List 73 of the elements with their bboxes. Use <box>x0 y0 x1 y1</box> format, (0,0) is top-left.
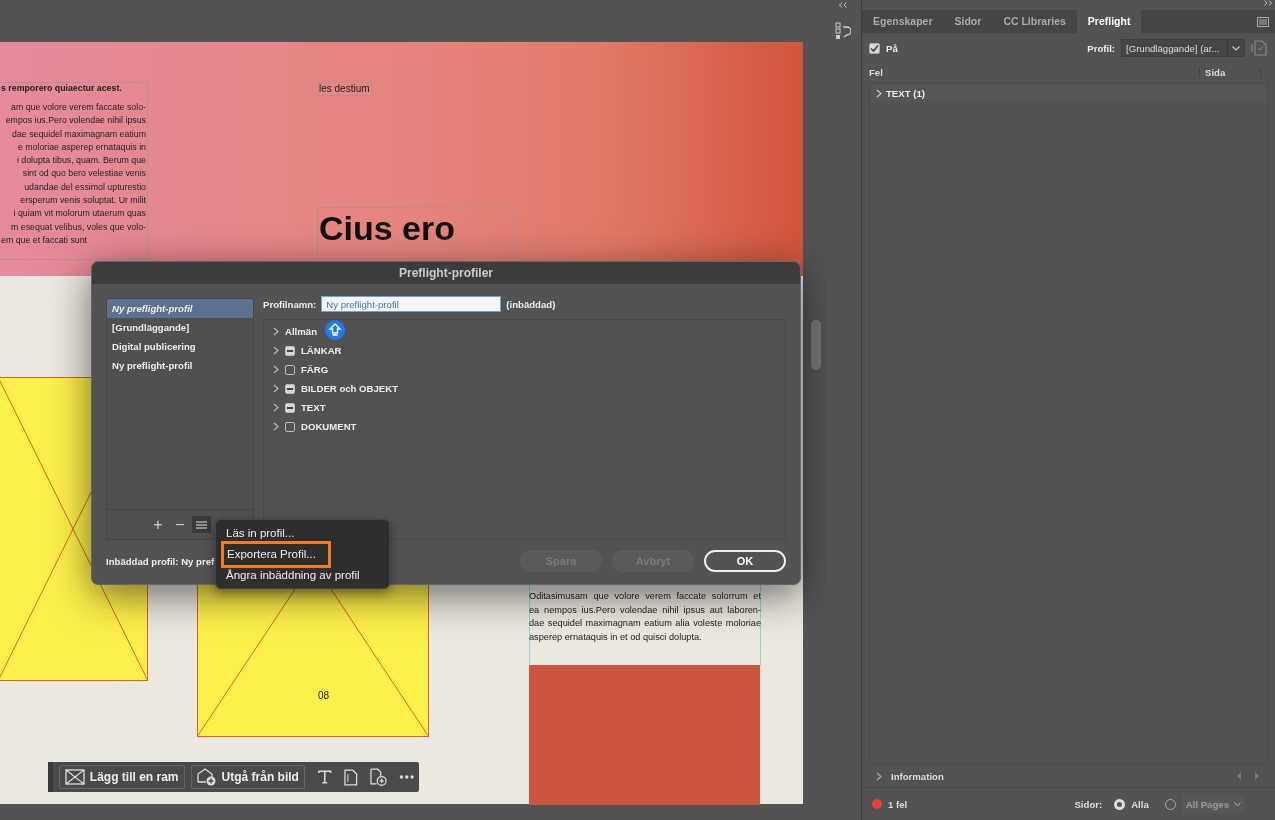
chevron-right-icon <box>876 771 882 781</box>
image-add-icon <box>196 768 217 786</box>
column-header: Fel <box>869 66 1200 78</box>
dialog-title: Preflight-profiler <box>92 262 800 284</box>
chevron-down-icon <box>1232 45 1240 51</box>
chevron-right-icon[interactable] <box>273 327 279 336</box>
page-number: 08 <box>318 690 330 701</box>
panel-tab[interactable]: Egenskaper <box>862 10 944 33</box>
text-tool-icon[interactable] <box>316 769 333 785</box>
menu-button[interactable] <box>192 516 211 533</box>
add-frame-button[interactable]: Lägg till en ram <box>58 765 185 789</box>
category-label: TEXT <box>301 402 326 413</box>
category-label: LÄNKAR <box>301 345 342 356</box>
toolbar-grip[interactable] <box>48 762 53 792</box>
chevron-right-icon[interactable] <box>273 365 279 374</box>
category-label: FÄRG <box>301 364 329 375</box>
on-label: På <box>886 42 898 54</box>
profile-name-field[interactable]: Ny preflight-profil <box>321 296 502 312</box>
from-image-button[interactable]: Utgå från bild <box>190 765 305 789</box>
error-count: 1 fel <box>888 798 908 810</box>
headline: Cius ero <box>319 208 456 248</box>
menu-item[interactable]: Ångra inbäddning av profil <box>223 565 363 586</box>
profile-item[interactable]: Ny preflight-profil <box>107 299 253 318</box>
on-checkbox[interactable] <box>869 42 880 54</box>
profile-dropdown[interactable]: [Grundläggande] (ar... <box>1121 39 1245 57</box>
pages-label: Sidor: <box>1074 798 1103 810</box>
chevron-right-icon[interactable] <box>273 403 279 412</box>
panel-menu-icon[interactable] <box>1257 16 1269 27</box>
chevron-right-icon[interactable] <box>273 384 279 393</box>
pager-arrows-icon <box>1237 772 1259 780</box>
profile-icon[interactable] <box>1251 40 1267 56</box>
dialog-button[interactable]: OK <box>704 550 786 572</box>
category-checkbox[interactable] <box>285 345 295 356</box>
profile-item[interactable]: Ny preflight-profil <box>107 356 253 375</box>
embedded-note: (inbäddad) <box>506 298 556 310</box>
add-page-icon[interactable] <box>370 768 388 786</box>
body-paragraph: Oditasimusam que volore verem faccate solorrum et ea nempos ius.Pero volendae nihil ipsus aut laboren- dae sequidel maximagnam eatium alia voleste moloriae asperep ernataquis in et od quisci dolupta. <box>529 590 761 645</box>
category-label: BILDER och OBJEKT <box>301 383 398 394</box>
frame-icon <box>64 769 85 785</box>
paragraph-heading: s remporero quiaectur acest. <box>1 83 123 93</box>
panel-tab[interactable]: Sidor <box>943 10 993 33</box>
page-icon[interactable] <box>344 768 358 786</box>
history-icon[interactable] <box>835 22 851 40</box>
more-icon[interactable] <box>399 774 415 780</box>
category-label: Allmän <box>285 326 317 337</box>
radio-label: Alla <box>1131 798 1149 810</box>
caption-text: les destium <box>317 82 372 96</box>
menu-item[interactable]: Exportera Profil... <box>224 544 328 565</box>
chevron-right-icon[interactable] <box>273 422 279 431</box>
panel-tab[interactable]: Preflight <box>1076 10 1142 33</box>
remove-button[interactable]: − <box>170 515 190 534</box>
menu-item[interactable]: Läs in profil... <box>223 523 298 544</box>
expand-icon[interactable] <box>1263 0 1273 6</box>
chevron-down-icon <box>1234 801 1241 807</box>
information-row[interactable]: Information <box>862 765 1275 788</box>
collapse-icon[interactable] <box>838 2 848 8</box>
add-button[interactable]: + <box>148 515 168 534</box>
profile-item[interactable]: Digital publicering <box>107 337 253 356</box>
category-checkbox[interactable] <box>285 421 295 432</box>
category-checkbox[interactable] <box>285 383 295 394</box>
scrollbar-thumb[interactable] <box>811 320 821 370</box>
category-label: DOKUMENT <box>301 421 357 432</box>
chevron-right-icon[interactable] <box>273 346 279 355</box>
profile-item[interactable]: [Grundläggande] <box>107 318 253 337</box>
category-checkbox[interactable] <box>285 402 295 413</box>
category-checkbox[interactable] <box>285 364 295 375</box>
profile-name-label: Profilnamn: <box>263 298 317 310</box>
column-header: Sida <box>1200 66 1261 78</box>
embedded-profile-text: Inbäddad profil: Ny pref <box>106 555 215 567</box>
menu-icon <box>196 520 207 529</box>
profile-label: Profil: <box>1087 42 1115 54</box>
body-paragraph: am que volore verem faccate solo- empos ius.Pero volendae nihil ipsus dae sequidel maximagnam eatium e moloriae asperep ernataquis in i dolupta tibus, quam. Berum que sint od quo bero velestiae venis udandae del essimol upturestio ersperum venis soluptat. Ur milit i quiam vit molorum utaerum quas m esequat velibus, voles que volo- em que et faccati sunt <box>1 101 146 247</box>
panel-tab[interactable]: CC Libraries <box>992 10 1077 33</box>
